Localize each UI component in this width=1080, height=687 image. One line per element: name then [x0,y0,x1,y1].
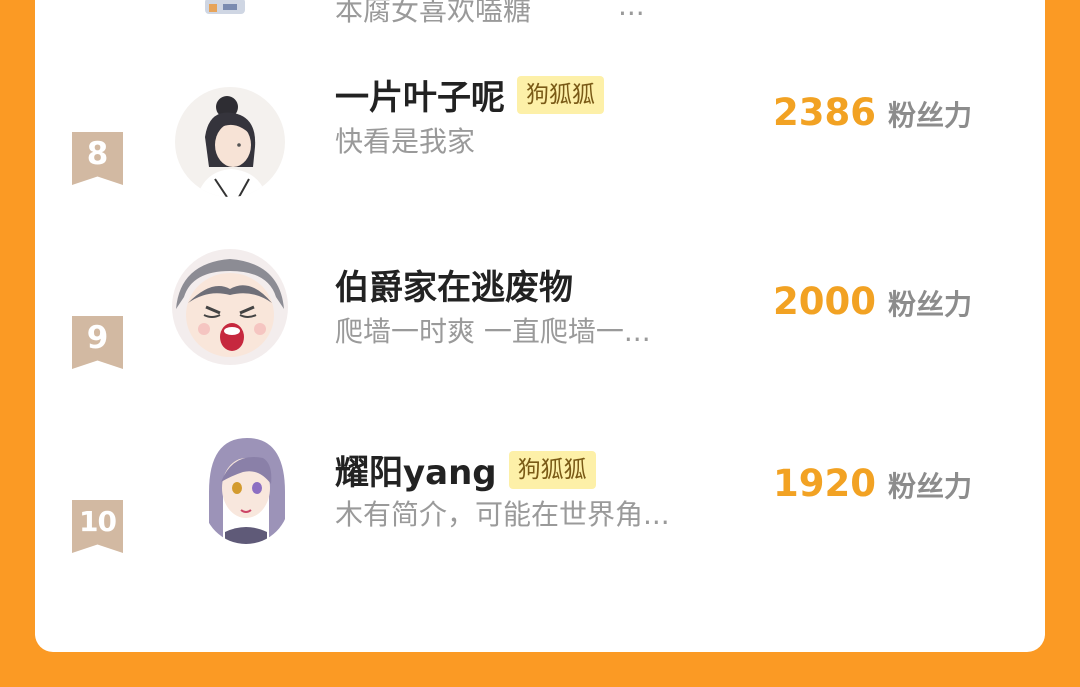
fan-power: 1920 粉丝力 [773,462,972,505]
user-bio: 快看是我家 [335,125,476,158]
fan-power: 2386 粉丝力 [773,91,972,134]
rank-number: 9 [86,320,109,356]
rank-number: 8 [86,136,109,172]
user-bio: 爬墙一时爽 一直爬墙一... [335,315,651,348]
fan-power-unit: 粉丝力 [887,470,972,503]
fan-power-value: 2386 [773,91,876,134]
user-name[interactable]: 耀阳yang [335,445,497,494]
rank-badge: 10 [72,500,123,553]
rank-number: 10 [79,505,117,538]
fan-power-unit: 粉丝力 [887,288,972,321]
fan-power-unit: 粉丝力 [887,99,972,132]
name-line: 一片叶子呢 狗狐狐 [335,70,604,119]
list-item-rank-9[interactable]: 9 伯爵家在逃废物 爬墙一时爽 一直爬墙一... 2000 粉丝力 [35,249,1045,466]
rank-badge: 9 [72,316,123,369]
fan-power-value: 1920 [773,462,876,505]
avatar[interactable] [203,432,289,544]
avatar[interactable] [172,249,288,365]
user-name[interactable]: 一片叶子呢 [335,70,505,119]
user-bio: 木有简介，可能在世界角... [335,498,670,531]
fan-tag: 狗狐狐 [508,450,596,489]
bio-ellipsis: ... [618,0,645,22]
fan-power-value: 2000 [773,280,876,323]
user-bio: 本腐女喜欢嗑糖 [335,0,532,27]
fan-tag: 狗狐狐 [517,75,604,114]
rank-badge: 8 [72,132,123,185]
fan-power: 2000 粉丝力 [773,280,972,323]
avatar[interactable] [175,87,285,197]
fan-ranking-card: 本腐女喜欢嗑糖 ... 8 一片叶子呢 狗狐狐 快看是我家 2386 粉丝力 9… [35,0,1045,652]
list-item-rank-10[interactable]: 10 耀阳yang 狗狐狐 木有简介，可能在世界角... 1920 粉丝力 [35,432,1045,650]
avatar[interactable] [197,0,257,20]
name-line: 伯爵家在逃废物 [335,260,573,309]
user-name[interactable]: 伯爵家在逃废物 [335,260,573,309]
name-line: 耀阳yang 狗狐狐 [335,445,596,494]
